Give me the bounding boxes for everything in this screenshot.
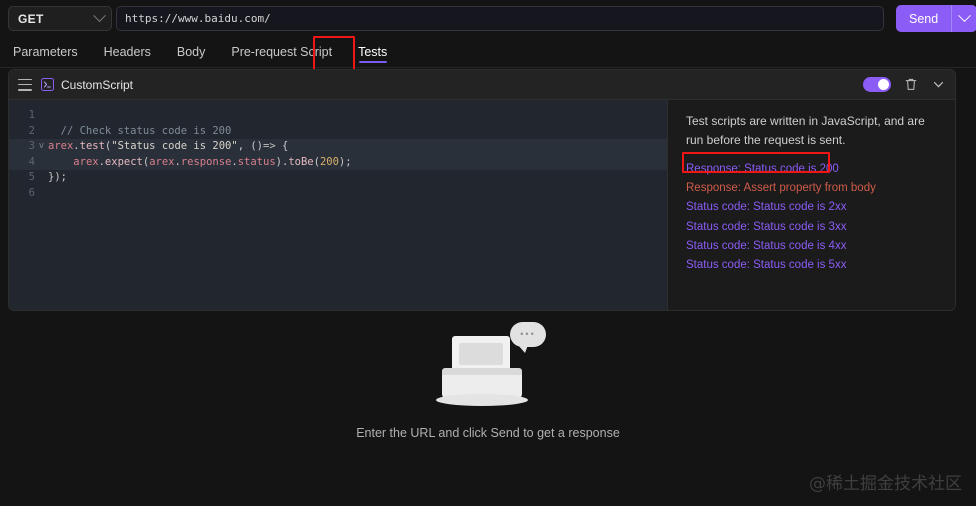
inbox-tray-with-chat-bubble-icon: •••: [428, 320, 548, 412]
snippet-link[interactable]: Status code: Status code is 4xx: [686, 237, 846, 256]
script-editor-wrap: 12 // Check status code is 200 3 v arex.tes…: [9, 100, 955, 310]
url-input-value: https://www.baidu.com/: [125, 12, 271, 25]
request-tabs: Parameters Headers Body Pre-request Script T…: [0, 36, 976, 67]
tab-tests[interactable]: Tests: [345, 36, 400, 67]
tab-parameters[interactable]: Parameters: [0, 36, 91, 67]
url-input[interactable]: https://www.baidu.com/: [116, 6, 884, 31]
snippet-link[interactable]: Status code: Status code is 3xx: [686, 218, 846, 237]
line-number: 4: [28, 155, 35, 168]
code-text: });: [48, 170, 667, 186]
bubble-dots: •••: [520, 329, 536, 339]
code-line: 4 arex.expect(arex.response.status).toBe…: [9, 154, 667, 171]
token-punc: (): [250, 140, 263, 153]
script-name-label: CustomScript: [61, 77, 134, 92]
token-var: arex: [149, 155, 175, 168]
token-str: "Status code is 200": [111, 140, 238, 153]
token-var: arex: [48, 140, 74, 153]
script-docs-intro: Test scripts are written in JavaScript, …: [686, 114, 925, 147]
code-text: arex.expect(arex.response.status).toBe(2…: [48, 155, 667, 171]
send-button[interactable]: Send: [896, 5, 952, 32]
code-line: 6: [9, 186, 667, 202]
line-number: 2: [28, 124, 35, 137]
terminal-script-icon: [41, 78, 54, 91]
token-com: // Check status code is 200: [48, 124, 232, 137]
toggle-knob: [878, 79, 889, 90]
line-number: 1: [28, 109, 35, 121]
token-punc: ,: [237, 140, 251, 153]
http-method-value: GET: [18, 11, 44, 26]
request-bar: GET https://www.baidu.com/ Send: [0, 0, 976, 36]
snippet-link[interactable]: Response: Assert property from body: [686, 179, 876, 198]
tabs-divider: [0, 67, 976, 68]
document-line-block: [459, 343, 503, 365]
script-panel-actions: [863, 77, 945, 92]
token-punc: );: [338, 155, 352, 168]
chat-bubble-icon: •••: [510, 322, 546, 353]
token-fn: expect: [104, 155, 143, 168]
watermark: @稀土掘金技术社区: [809, 474, 962, 494]
tab-body[interactable]: Body: [164, 36, 219, 67]
token-punc: {: [281, 140, 289, 153]
code-editor[interactable]: 12 // Check status code is 200 3 v arex.tes…: [9, 100, 667, 310]
response-empty-message: Enter the URL and click Send to get a re…: [356, 426, 620, 440]
line-number: 3: [28, 140, 35, 153]
token-punc: });: [48, 171, 67, 184]
chevron-down-icon: [93, 9, 106, 23]
token-num: 200: [319, 155, 339, 168]
http-method-select[interactable]: GET: [8, 6, 112, 31]
send-options-button[interactable]: [951, 5, 976, 32]
token-punc: [48, 156, 73, 168]
chevron-down-icon[interactable]: [931, 77, 945, 92]
script-panel-header: CustomScript: [9, 70, 955, 100]
script-snippet-list: Response: Status code is 200 Response: As…: [686, 160, 941, 275]
line-number: 5: [28, 171, 35, 184]
snippet-link[interactable]: Response: Status code is 200: [686, 160, 839, 179]
tray-base-shadow: [436, 394, 528, 406]
tab-headers[interactable]: Headers: [91, 36, 164, 67]
token-fn: toBe: [288, 155, 314, 168]
line-number: 6: [28, 186, 35, 199]
chevron-down-icon: [958, 9, 972, 23]
script-docs-pane: Test scripts are written in JavaScript, …: [667, 100, 955, 310]
token-var: response: [180, 155, 232, 168]
code-line: 5});: [9, 170, 667, 186]
fold-chevron-icon[interactable]: v: [35, 139, 48, 155]
drag-handle-icon[interactable]: [18, 78, 32, 91]
trash-icon[interactable]: [904, 77, 918, 92]
script-enabled-toggle[interactable]: [863, 77, 891, 92]
code-text: // Check status code is 200: [48, 124, 667, 140]
token-var: status: [237, 155, 276, 168]
code-line: 1: [9, 108, 667, 124]
token-fn: test: [79, 140, 105, 153]
snippet-link[interactable]: Status code: Status code is 5xx: [686, 256, 846, 275]
custom-script-panel: CustomScript 12 // Check status code is: [8, 69, 956, 311]
token-var: arex: [73, 155, 99, 168]
tab-pre-request-script[interactable]: Pre-request Script: [218, 36, 345, 67]
send-button-group[interactable]: Send: [896, 5, 976, 32]
token-punc: ).: [275, 155, 289, 168]
snippet-link[interactable]: Status code: Status code is 2xx: [686, 198, 846, 217]
code-line: 3 v arex.test("Status code is 200", ()=> {: [9, 139, 667, 155]
code-text: arex.test("Status code is 200", ()=> {: [48, 139, 667, 155]
code-line: 2 // Check status code is 200: [9, 124, 667, 140]
token-op: =>: [263, 140, 282, 153]
